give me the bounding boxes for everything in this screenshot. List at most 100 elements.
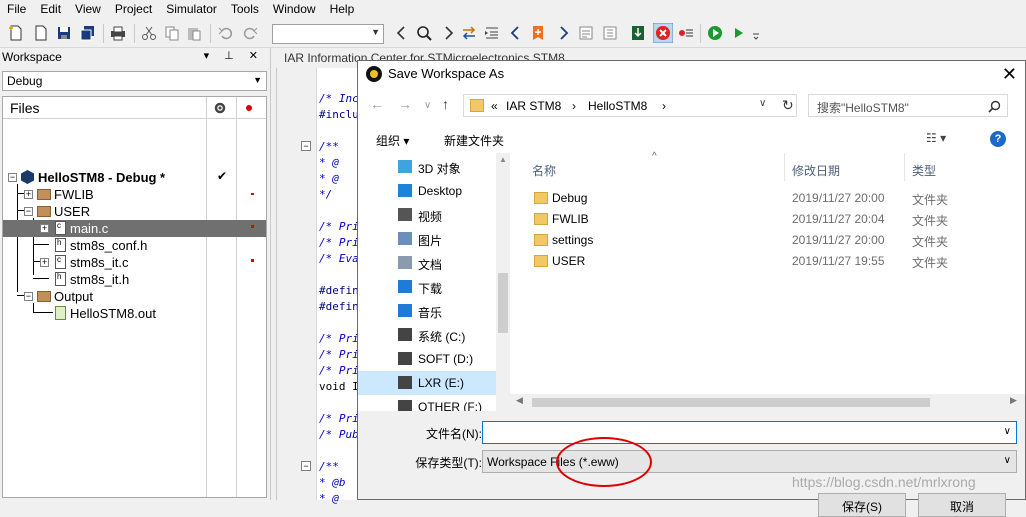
collapse-icon[interactable]: − bbox=[24, 292, 33, 301]
save-icon[interactable] bbox=[56, 25, 72, 41]
forward-icon[interactable] bbox=[440, 25, 456, 41]
menu-simulator[interactable]: Simulator bbox=[159, 0, 224, 19]
close-icon[interactable]: ✕ bbox=[1002, 64, 1017, 85]
scroll-thumb[interactable] bbox=[532, 398, 930, 407]
scroll-right-icon[interactable]: ▶ bbox=[1010, 395, 1017, 406]
view-options-icon[interactable]: ☷ ▾ bbox=[926, 131, 946, 145]
nav-item[interactable]: OTHER (F:) bbox=[358, 395, 496, 411]
breadcrumb-overflow[interactable]: « bbox=[491, 99, 498, 113]
nav-item[interactable]: LXR (E:) bbox=[358, 371, 496, 395]
menu-help[interactable]: Help bbox=[323, 0, 362, 19]
horizontal-scrollbar[interactable]: ◀ ▶ bbox=[510, 394, 1025, 411]
recent-chevron-icon[interactable]: ∨ bbox=[424, 100, 431, 111]
nav-item[interactable]: 音乐 bbox=[358, 299, 496, 323]
scroll-up-icon[interactable]: ▲ bbox=[499, 155, 507, 164]
organize-button[interactable]: 组织 ▾ bbox=[376, 132, 409, 149]
stop-debug-icon[interactable] bbox=[653, 23, 673, 43]
tree-row-stm8s-conf-h[interactable]: h stm8s_conf.h bbox=[3, 237, 266, 254]
nav-item[interactable]: 图片 bbox=[358, 227, 496, 251]
menu-project[interactable]: Project bbox=[108, 0, 159, 19]
cut-icon[interactable] bbox=[141, 25, 157, 41]
up-arrow-icon[interactable]: ↑ bbox=[442, 96, 449, 112]
find-combo[interactable]: ▼ bbox=[272, 24, 384, 44]
column-name-header[interactable]: 名称 bbox=[532, 162, 556, 179]
workspace-window-buttons[interactable]: ▾ ⊥ ✕ bbox=[204, 49, 264, 62]
back-arrow-icon[interactable]: ← bbox=[370, 96, 384, 112]
cancel-button[interactable]: 取消 bbox=[918, 493, 1006, 517]
tree-row-main-c[interactable]: + c main.c bbox=[3, 220, 266, 237]
toolbar-overflow-icon[interactable] bbox=[752, 25, 760, 41]
file-row[interactable]: settings 2019/11/27 20:00 文件夹 bbox=[510, 230, 1025, 251]
download-debug-icon[interactable] bbox=[630, 25, 646, 41]
collapse-icon[interactable]: − bbox=[24, 207, 33, 216]
search-icon[interactable] bbox=[416, 25, 432, 41]
redo-icon[interactable] bbox=[242, 25, 258, 41]
breadcrumb-iar-stm8[interactable]: IAR STM8 bbox=[506, 99, 561, 113]
file-row[interactable]: Debug 2019/11/27 20:00 文件夹 bbox=[510, 188, 1025, 209]
search-box[interactable]: 搜索"HelloSTM8" bbox=[808, 94, 1008, 117]
chevron-down-icon[interactable]: ∨ bbox=[759, 98, 766, 109]
scroll-left-icon[interactable]: ◀ bbox=[516, 395, 523, 406]
menu-file[interactable]: File bbox=[0, 0, 33, 19]
tree-row-stm8s-it-h[interactable]: h stm8s_it.h bbox=[3, 271, 266, 288]
nav-item[interactable]: 视频 bbox=[358, 203, 496, 227]
column-date-header[interactable]: 修改日期 bbox=[792, 162, 840, 179]
next-bookmark-icon[interactable] bbox=[555, 25, 571, 41]
refresh-icon[interactable]: ↻ bbox=[782, 97, 794, 114]
file-row[interactable]: USER 2019/11/27 19:55 文件夹 bbox=[510, 251, 1025, 272]
scroll-thumb[interactable] bbox=[498, 273, 508, 333]
new-folder-button[interactable]: 新建文件夹 bbox=[444, 132, 504, 149]
new-file-icon[interactable] bbox=[8, 25, 24, 41]
expand-icon[interactable]: + bbox=[40, 224, 49, 233]
nav-item[interactable]: 下载 bbox=[358, 275, 496, 299]
swap-icon[interactable] bbox=[461, 25, 477, 41]
save-button[interactable]: 保存(S) bbox=[818, 493, 906, 517]
undo-icon[interactable] bbox=[218, 25, 234, 41]
expand-icon[interactable]: + bbox=[40, 258, 49, 267]
tree-row-hellostm8-out[interactable]: HelloSTM8.out bbox=[3, 305, 266, 322]
nav-item[interactable]: 文档 bbox=[358, 251, 496, 275]
indent-icon[interactable] bbox=[484, 25, 500, 41]
fold-icon[interactable]: − bbox=[301, 461, 311, 471]
filename-field[interactable]: ∨ bbox=[482, 421, 1017, 444]
tree-row-fwlib[interactable]: + FWLIB bbox=[3, 186, 266, 203]
chevron-down-icon[interactable]: ∨ bbox=[1004, 426, 1011, 437]
collapse-icon[interactable]: − bbox=[8, 173, 17, 182]
nav-item[interactable]: Desktop bbox=[358, 179, 496, 203]
build-config-select[interactable]: Debug ▼ bbox=[2, 71, 267, 91]
build-icon[interactable] bbox=[578, 25, 594, 41]
save-all-icon[interactable] bbox=[80, 25, 96, 41]
breadcrumb-hellostm8[interactable]: HelloSTM8 bbox=[588, 99, 647, 113]
menu-view[interactable]: View bbox=[68, 0, 108, 19]
tree-row-project[interactable]: − HelloSTM8 - Debug * ✔ bbox=[3, 169, 266, 186]
print-icon[interactable] bbox=[110, 25, 126, 41]
file-row[interactable]: FWLIB 2019/11/27 20:04 文件夹 bbox=[510, 209, 1025, 230]
tree-row-output[interactable]: − Output bbox=[3, 288, 266, 305]
nav-item[interactable]: SOFT (D:) bbox=[358, 347, 496, 371]
forward-arrow-icon[interactable]: → bbox=[398, 96, 412, 112]
tree-row-stm8s-it-c[interactable]: + c stm8s_it.c bbox=[3, 254, 266, 271]
run-icon[interactable] bbox=[730, 25, 746, 41]
menu-edit[interactable]: Edit bbox=[33, 0, 68, 19]
gear-icon[interactable] bbox=[213, 101, 227, 115]
code-editor[interactable]: − − /* Inc #inclu /** * @ * @ */ /* Pri … bbox=[276, 68, 360, 505]
search-icon[interactable] bbox=[988, 100, 1001, 113]
prev-bookmark-icon[interactable] bbox=[508, 25, 524, 41]
fold-icon[interactable]: − bbox=[301, 141, 311, 151]
nav-item[interactable]: 3D 对象 bbox=[358, 155, 496, 179]
compile-icon[interactable] bbox=[602, 25, 618, 41]
paste-icon[interactable] bbox=[186, 25, 202, 41]
back-icon[interactable] bbox=[394, 25, 410, 41]
address-bar[interactable]: « IAR STM8 › HelloSTM8 › ∨ ↻ bbox=[463, 94, 797, 117]
tree-row-user[interactable]: − USER bbox=[3, 203, 266, 220]
column-type-header[interactable]: 类型 bbox=[912, 162, 936, 179]
bookmark-icon[interactable] bbox=[530, 25, 546, 41]
help-icon[interactable]: ? bbox=[990, 131, 1006, 147]
menu-tools[interactable]: Tools bbox=[224, 0, 266, 19]
nav-scrollbar[interactable]: ▲ bbox=[496, 153, 510, 411]
copy-icon[interactable] bbox=[164, 25, 180, 41]
breakpoint-icon[interactable] bbox=[678, 25, 694, 41]
expand-icon[interactable]: + bbox=[24, 190, 33, 199]
nav-item[interactable]: 系统 (C:) bbox=[358, 323, 496, 347]
new-document-icon[interactable] bbox=[33, 25, 49, 41]
